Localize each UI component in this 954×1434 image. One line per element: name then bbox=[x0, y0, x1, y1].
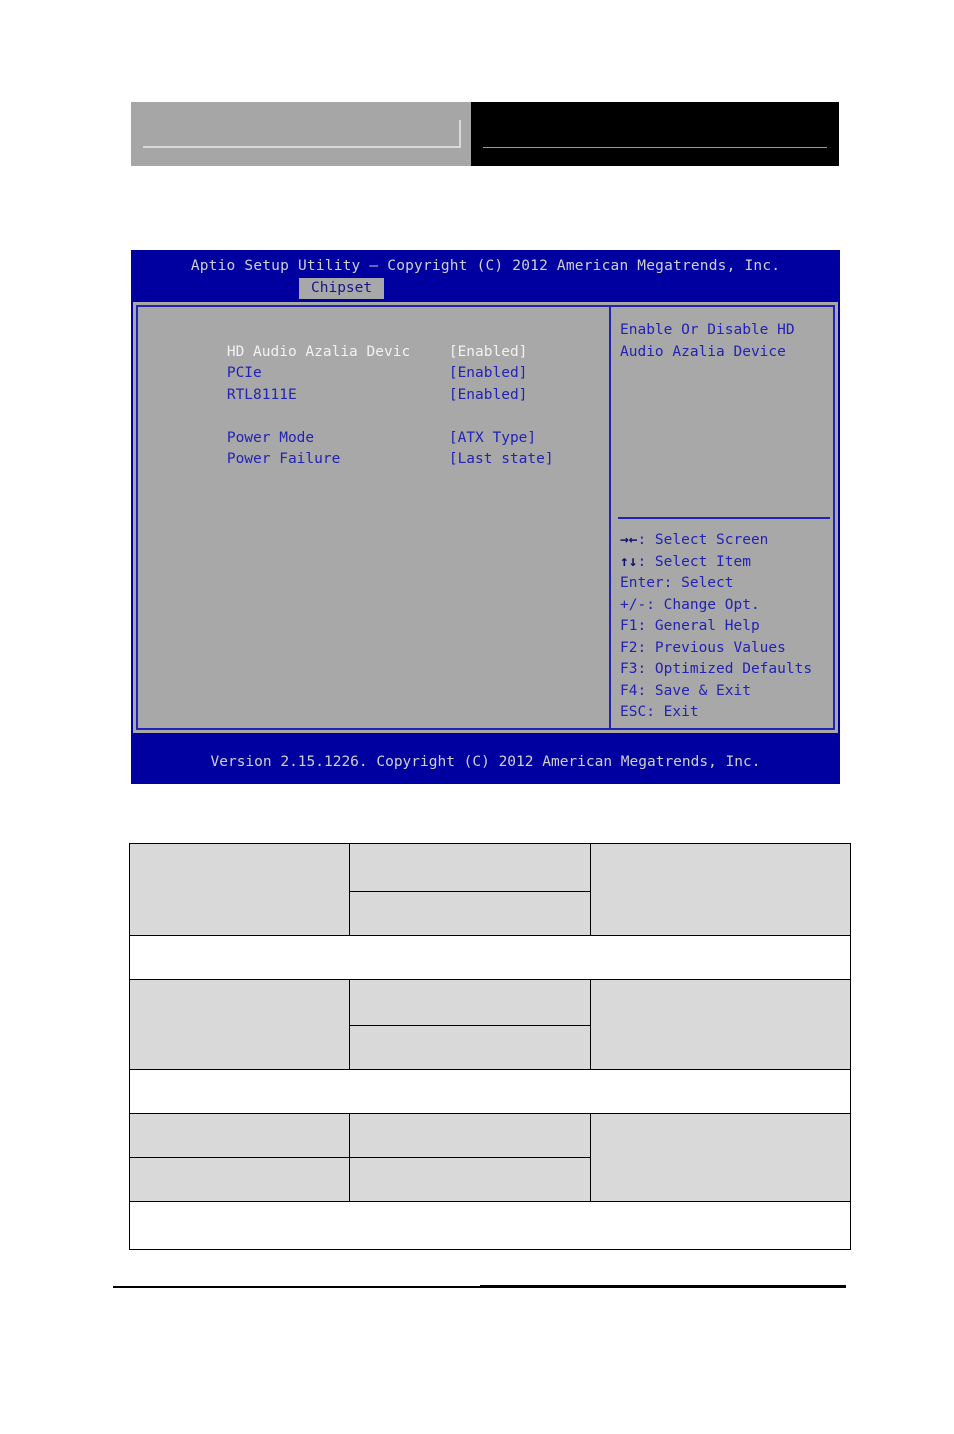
page-footer-rule bbox=[113, 1285, 846, 1288]
option-value[interactable]: [Enabled] bbox=[449, 342, 528, 364]
key-hint-select-screen: →←: Select Screen bbox=[620, 530, 832, 552]
option-label: Power Failure bbox=[226, 451, 341, 467]
cell-option bbox=[349, 891, 591, 936]
option-label: PCIe bbox=[226, 365, 262, 381]
help-line: Enable Or Disable HD bbox=[620, 322, 795, 338]
cell-option bbox=[349, 1025, 591, 1070]
up-down-arrow-icon: ↑↓ bbox=[620, 553, 638, 570]
key-hint-change-opt: +/-: Change Opt. bbox=[620, 596, 760, 613]
table-row bbox=[129, 1201, 851, 1250]
cell-note bbox=[129, 1201, 851, 1250]
header-left-box bbox=[131, 102, 471, 166]
cell-feature bbox=[129, 1157, 350, 1202]
header-left-vertical-rule bbox=[459, 120, 461, 148]
help-line: Audio Azalia Device bbox=[620, 343, 786, 360]
bios-content-panel: HD Audio Azalia Devic [Enabled] PCIe [Enab… bbox=[133, 302, 838, 733]
footer-rule-right bbox=[479, 1285, 846, 1288]
option-value[interactable]: [ATX Type] bbox=[449, 428, 536, 450]
navigation-key-legend: →←: Select Screen ↑↓: Select Item Enter:… bbox=[620, 530, 832, 724]
bios-tab-bar: Chipset bbox=[131, 278, 840, 299]
cell-description bbox=[590, 843, 851, 936]
table-row bbox=[129, 1069, 851, 1114]
bios-panel-divider bbox=[609, 307, 611, 728]
header-right-box bbox=[471, 102, 839, 166]
option-label: RTL8111E bbox=[226, 386, 297, 403]
specification-table bbox=[129, 843, 851, 1250]
bios-title: Aptio Setup Utility – Copyright (C) 2012… bbox=[190, 258, 781, 274]
option-row-hd-audio-azalia[interactable]: HD Audio Azalia Devic [Enabled] bbox=[157, 320, 597, 360]
cell-feature bbox=[129, 843, 350, 936]
key-hint-optimized-defaults: F3: Optimized Defaults bbox=[620, 661, 813, 677]
table-row bbox=[129, 1113, 851, 1202]
header-right-underline bbox=[483, 147, 827, 148]
key-hint-esc-exit: ESC: Exit bbox=[620, 704, 699, 720]
cell-feature bbox=[129, 1113, 350, 1158]
cell-option bbox=[349, 979, 591, 1026]
table-row bbox=[129, 843, 851, 936]
table-row bbox=[129, 979, 851, 1070]
cell-note bbox=[129, 1069, 851, 1114]
option-value[interactable]: [Last state] bbox=[449, 449, 554, 471]
option-value[interactable]: [Enabled] bbox=[449, 385, 528, 407]
cell-description bbox=[590, 1113, 851, 1202]
cell-feature bbox=[129, 979, 350, 1070]
chipset-option-list: HD Audio Azalia Devic [Enabled] PCIe [Enab… bbox=[157, 320, 597, 468]
page-header bbox=[131, 102, 839, 166]
bios-setup-screen: Aptio Setup Utility – Copyright (C) 2012… bbox=[131, 250, 840, 784]
key-hint-general-help: F1: General Help bbox=[620, 618, 760, 634]
cell-option bbox=[349, 1113, 591, 1158]
option-value[interactable]: [Enabled] bbox=[449, 363, 528, 385]
option-label: Power Mode bbox=[226, 429, 315, 446]
cell-option bbox=[349, 1157, 591, 1202]
left-right-arrow-icon: →← bbox=[620, 532, 638, 548]
cell-note bbox=[129, 935, 851, 980]
bios-version-footer: Version 2.15.1226. Copyright (C) 2012 Am… bbox=[131, 740, 840, 784]
key-hint-previous-values: F2: Previous Values bbox=[620, 639, 786, 656]
help-pane-separator bbox=[618, 517, 830, 519]
help-text-pane: Enable Or Disable HD Audio Azalia Device bbox=[620, 320, 830, 363]
key-hint-save-exit: F4: Save & Exit bbox=[620, 682, 751, 699]
key-hint-text: : Select Screen bbox=[637, 532, 769, 548]
option-label: HD Audio Azalia Devic bbox=[226, 343, 411, 360]
table-row bbox=[129, 935, 851, 980]
key-hint-select-item: ↑↓: Select Item bbox=[620, 552, 832, 574]
cell-option bbox=[349, 843, 591, 892]
header-left-underline bbox=[143, 146, 461, 148]
footer-rule-left bbox=[113, 1286, 480, 1288]
key-hint-enter-select: Enter: Select bbox=[620, 575, 734, 591]
key-hint-text: : Select Item bbox=[637, 553, 751, 570]
cell-description bbox=[590, 979, 851, 1070]
tab-chipset[interactable]: Chipset bbox=[299, 278, 385, 299]
